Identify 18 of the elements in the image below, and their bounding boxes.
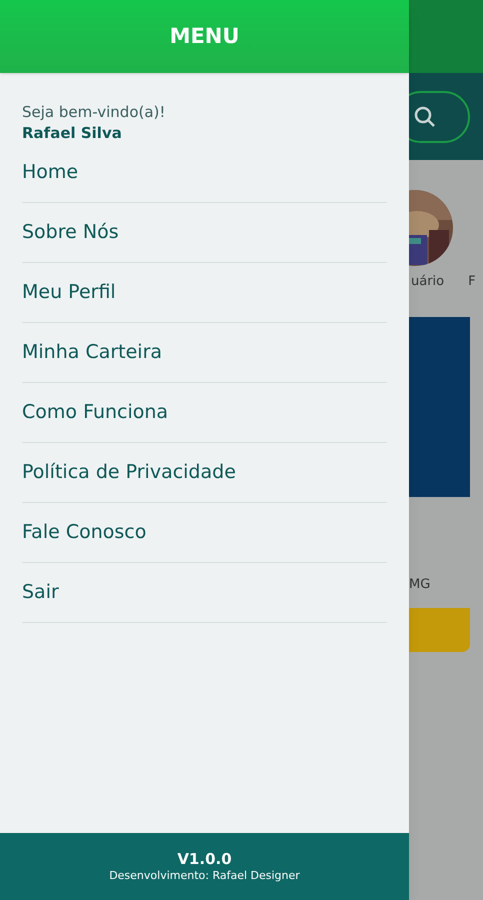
menu-title: MENU	[170, 22, 240, 50]
greeting-text: Seja bem-vindo(a)!	[22, 102, 166, 123]
card-text: MG	[409, 576, 432, 594]
category-label: F	[468, 273, 476, 292]
menu-item[interactable]: Sair	[22, 563, 387, 623]
credit-text: Desenvolvimento: Rafael Designer	[109, 868, 300, 884]
menu-item[interactable]: Fale Conosco	[22, 503, 387, 563]
search-field[interactable]	[409, 90, 470, 142]
menu-item[interactable]: Meu Perfil	[22, 263, 387, 323]
menu-item[interactable]: Como Funciona	[22, 383, 387, 443]
menu-item[interactable]: Política de Privacidade	[22, 443, 387, 503]
search-icon	[413, 104, 437, 128]
user-name: Rafael Silva	[22, 123, 123, 143]
menu-item[interactable]: Home	[22, 143, 387, 203]
category-label: uário	[411, 273, 444, 292]
menu-item[interactable]: Sobre Nós	[22, 203, 387, 263]
menu-item[interactable]: Minha Carteira	[22, 323, 387, 383]
version-text: V1.0.0	[177, 850, 232, 868]
